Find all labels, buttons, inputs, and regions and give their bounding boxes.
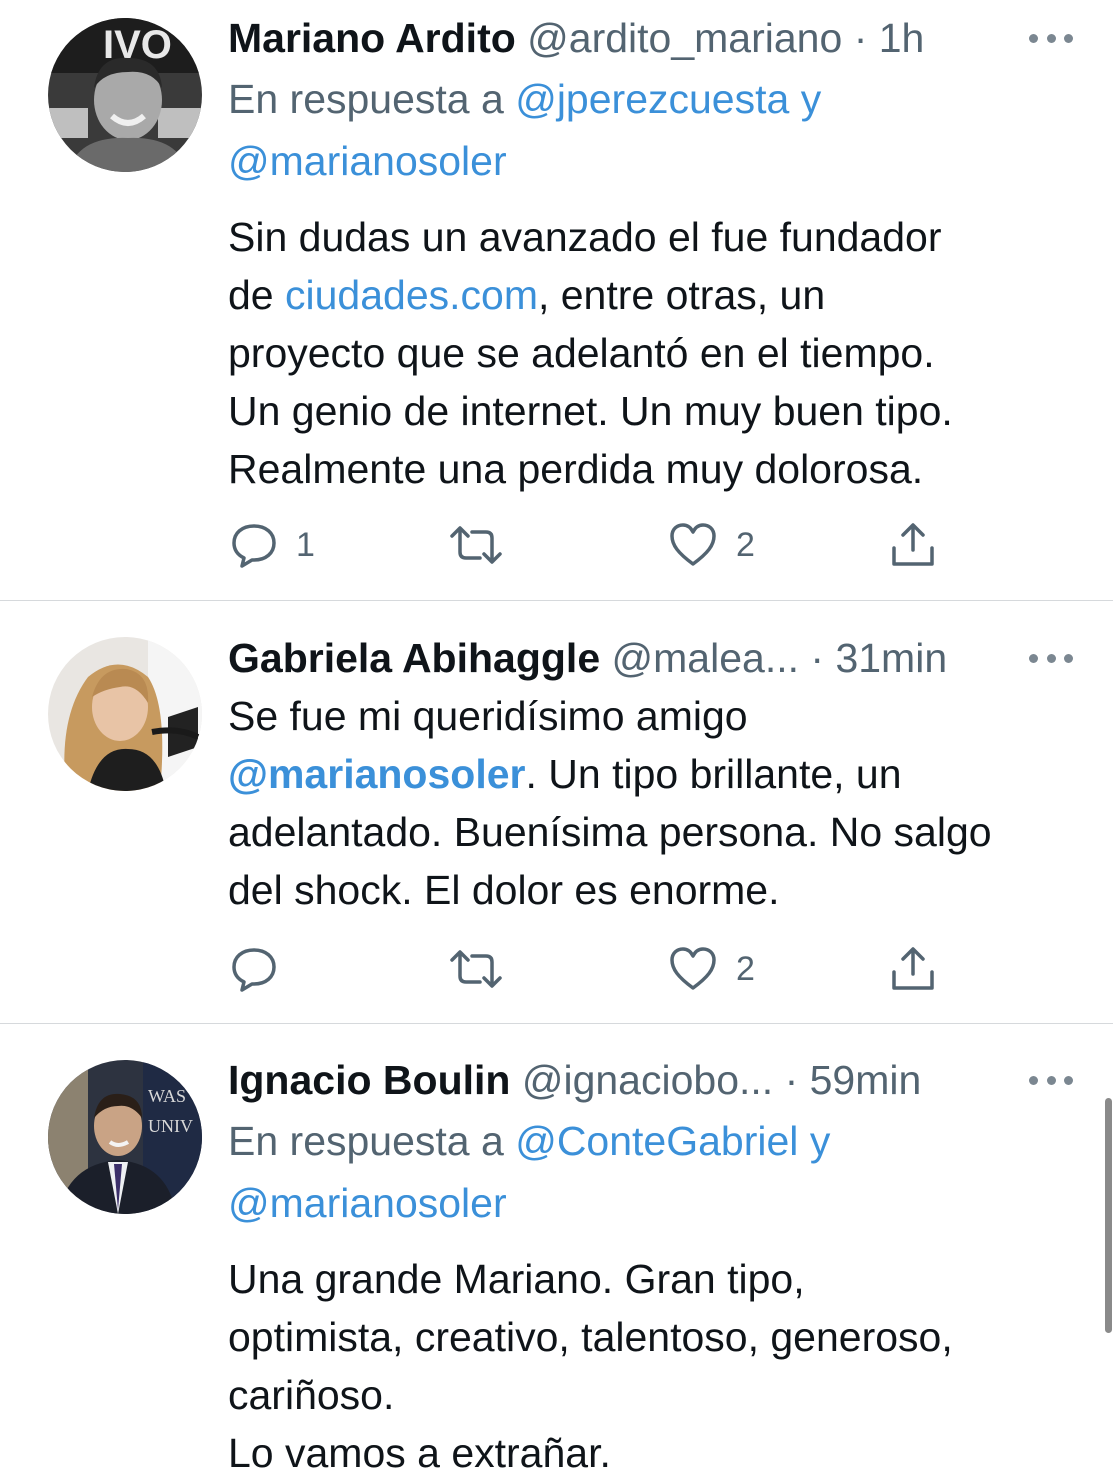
tweet[interactable]: Gabriela Abihaggle @malea... · 31min Se … xyxy=(0,601,1113,1023)
reply-button[interactable] xyxy=(228,944,296,994)
author-name[interactable]: Ignacio Boulin xyxy=(228,1057,510,1103)
retweet-button[interactable] xyxy=(446,944,506,994)
tweet-time[interactable]: · 31min xyxy=(810,635,947,681)
tweet-body: Una grande Mariano. Gran tipo, optimista… xyxy=(228,1256,953,1476)
retweet-button[interactable] xyxy=(446,520,506,570)
share-upload-icon xyxy=(892,523,934,566)
ellipsis-icon xyxy=(1029,653,1038,663)
tweet-time[interactable]: · 1h xyxy=(854,15,925,61)
retweet-arrows-icon xyxy=(450,950,502,988)
author-name[interactable]: Gabriela Abihaggle xyxy=(228,635,600,681)
tweet-header: Mariano Ardito @ardito_mariano · 1h xyxy=(228,8,924,68)
like-button[interactable]: 2 xyxy=(668,944,755,994)
ellipsis-icon xyxy=(1029,33,1038,43)
like-count: 2 xyxy=(736,525,755,564)
heart-outline-icon xyxy=(670,523,716,566)
retweet-arrows-icon xyxy=(450,526,502,564)
tweet-header: Gabriela Abihaggle @malea... · 31min xyxy=(228,628,947,688)
svg-text:UNIV: UNIV xyxy=(148,1116,193,1136)
avatar[interactable] xyxy=(48,637,202,791)
reply-button[interactable]: 1 xyxy=(228,520,315,570)
share-button[interactable] xyxy=(888,520,938,570)
heart-outline-icon xyxy=(670,947,716,990)
reply-context: En respuesta a @jperezcuesta y @marianos… xyxy=(228,76,822,184)
more-options-button[interactable] xyxy=(1029,28,1073,48)
mention-link[interactable]: @ConteGabriel xyxy=(515,1118,798,1164)
author-handle[interactable]: @ardito_mariano xyxy=(527,15,842,61)
scrollbar[interactable] xyxy=(1105,1098,1112,1333)
reply-context: En respuesta a @ConteGabriel y @marianos… xyxy=(228,1118,831,1226)
author-handle[interactable]: @malea... xyxy=(612,635,799,681)
author-handle[interactable]: @ignaciobo... xyxy=(522,1057,773,1103)
share-button[interactable] xyxy=(888,944,938,994)
avatar[interactable]: IVO xyxy=(48,18,202,172)
url-link[interactable]: ciudades.com xyxy=(285,272,538,318)
speech-bubble-icon xyxy=(232,948,276,992)
mention-link[interactable]: @marianosoler xyxy=(228,1180,507,1226)
author-name[interactable]: Mariano Ardito xyxy=(228,15,516,61)
tweet-header: Ignacio Boulin @ignaciobo... · 59min xyxy=(228,1050,921,1110)
tweet-actions: 1 2 xyxy=(228,520,988,570)
ellipsis-icon xyxy=(1029,1075,1038,1085)
tweet-actions: 2 xyxy=(228,944,988,994)
avatar-photo-icon xyxy=(48,637,202,791)
more-options-button[interactable] xyxy=(1029,1070,1073,1090)
tweet-time[interactable]: · 59min xyxy=(785,1057,922,1103)
avatar-photo-icon: IVO xyxy=(48,18,202,172)
tweet-body: Sin dudas un avanzado el fue fundador de… xyxy=(228,214,953,492)
share-upload-icon xyxy=(892,947,934,990)
mention-link[interactable]: @marianosoler xyxy=(228,138,507,184)
tweet-body: Se fue mi queridísimo amigo @marianosole… xyxy=(228,693,992,913)
like-count: 2 xyxy=(736,949,755,988)
like-button[interactable]: 2 xyxy=(668,520,755,570)
mention-link[interactable]: @marianosoler xyxy=(228,751,525,797)
reply-count: 1 xyxy=(296,525,315,564)
tweet[interactable]: IVO Mariano Ardito @ardito_mariano · 1h … xyxy=(0,0,1113,600)
tweet[interactable]: WAS UNIV Ignacio Boulin @ignaciobo... · … xyxy=(0,1024,1113,1483)
avatar[interactable]: WAS UNIV xyxy=(48,1060,202,1214)
svg-text:WAS: WAS xyxy=(148,1086,186,1106)
speech-bubble-icon xyxy=(232,524,276,568)
mention-link[interactable]: @jperezcuesta xyxy=(515,76,789,122)
more-options-button[interactable] xyxy=(1029,648,1073,668)
avatar-photo-icon: WAS UNIV xyxy=(48,1060,202,1214)
